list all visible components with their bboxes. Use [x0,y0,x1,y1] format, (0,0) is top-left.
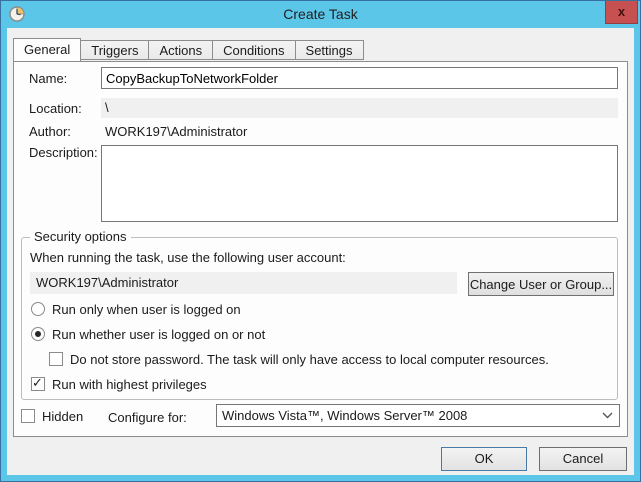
tab-conditions[interactable]: Conditions [213,40,295,60]
checkbox-do-not-store-password[interactable]: ✓ Do not store password. The task will o… [49,351,549,367]
description-textarea[interactable] [101,145,618,222]
titlebar: Create Task x [1,1,640,28]
tab-triggers[interactable]: Triggers [81,40,149,60]
configure-for-dropdown[interactable]: Windows Vista™, Windows Server™ 2008 [216,404,620,427]
checkbox-icon[interactable]: ✓ [31,377,45,391]
checkbox-run-highest-privileges[interactable]: ✓ Run with highest privileges [31,376,207,392]
account-value-field: WORK197\Administrator [30,272,457,294]
name-input[interactable] [101,67,618,89]
security-options-legend: Security options [30,229,131,244]
radio-run-only-logged-on[interactable]: Run only when user is logged on [31,301,241,317]
window-title: Create Task [1,6,640,22]
tab-general[interactable]: General [13,38,81,61]
run-highest-privileges-label: Run with highest privileges [52,377,207,392]
dialog-body: General Triggers Actions Conditions Sett… [7,28,634,475]
general-tab-page: Name: Location: \ Author: WORK197\Admini… [13,61,628,437]
checkbox-icon[interactable]: ✓ [21,409,35,423]
name-label: Name: [29,71,101,86]
radio-run-whether-label: Run whether user is logged on or not [52,327,265,342]
tab-actions[interactable]: Actions [149,40,213,60]
radio-circle-icon[interactable] [31,327,45,341]
radio-circle-icon[interactable] [31,302,45,316]
radio-run-only-label: Run only when user is logged on [52,302,241,317]
description-label: Description: [29,145,101,160]
hidden-label: Hidden [42,409,83,424]
ok-button[interactable]: OK [441,447,527,471]
configure-for-value: Windows Vista™, Windows Server™ 2008 [222,408,467,423]
location-label: Location: [29,101,101,116]
tab-strip: General Triggers Actions Conditions Sett… [13,38,364,60]
configure-for-label: Configure for: [108,410,187,425]
author-value: WORK197\Administrator [101,124,247,139]
radio-run-whether-logged-on[interactable]: Run whether user is logged on or not [31,326,265,342]
close-button[interactable]: x [605,1,638,24]
author-label: Author: [29,124,101,139]
tab-settings[interactable]: Settings [296,40,364,60]
cancel-button[interactable]: Cancel [539,447,627,471]
security-options-group: Security options When running the task, … [21,237,618,400]
account-prompt: When running the task, use the following… [30,250,346,265]
do-not-store-password-label: Do not store password. The task will onl… [70,352,549,367]
create-task-dialog: Create Task x General Triggers Actions C… [0,0,641,482]
location-value: \ [101,98,618,118]
checkbox-icon[interactable]: ✓ [49,352,63,366]
checkbox-hidden[interactable]: ✓ Hidden [21,408,83,424]
change-user-or-group-button[interactable]: Change User or Group... [468,272,614,296]
chevron-down-icon [602,412,613,419]
